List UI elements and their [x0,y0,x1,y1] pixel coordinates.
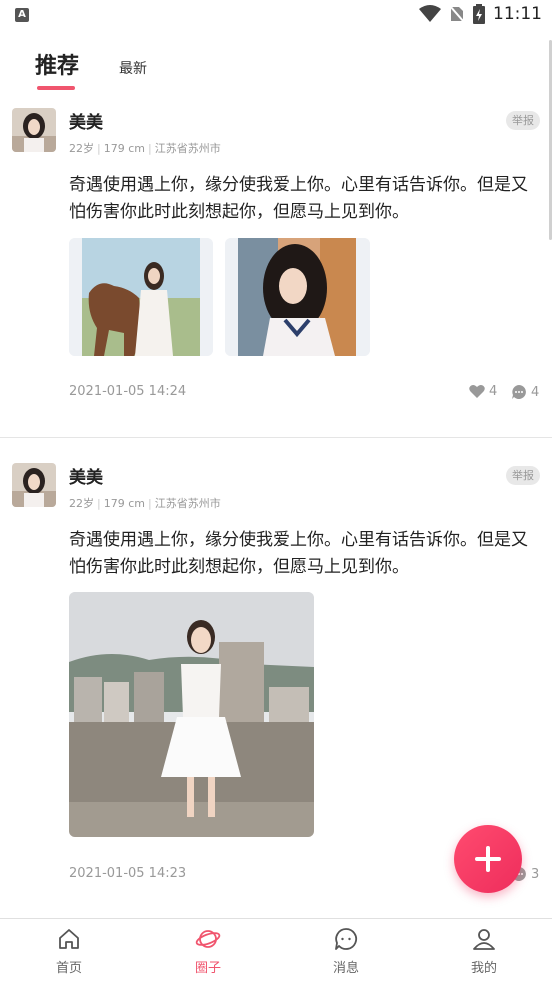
user-age: 22岁 [69,497,94,510]
user-height: 179 cm [103,497,145,510]
heart-icon [469,384,485,398]
nav-circle[interactable]: 圈子 [168,927,248,976]
post-photo[interactable] [225,238,370,356]
user-location: 江苏省苏州市 [154,497,221,510]
wifi-icon [419,5,441,22]
comment-count: 3 [531,866,540,882]
nav-mine-label: 我的 [470,961,497,976]
avatar[interactable] [12,463,56,507]
report-button[interactable]: 举报 [506,466,540,485]
tab-latest[interactable]: 最新 [119,58,147,78]
tab-recommend-label: 推荐 [35,54,80,79]
comment-button[interactable]: 4 [511,384,539,400]
new-post-button[interactable] [454,825,522,893]
battery-icon [473,4,485,24]
post-photo[interactable] [69,238,213,356]
chat-bubble-icon [335,928,358,950]
post-content: 奇遇使用遇上你，缘分使我爱上你。心里有话告诉你。但是又怕伤害你此时此刻想起你，但… [69,175,528,222]
username[interactable]: 美美 [69,108,103,133]
like-button[interactable]: 4 [469,384,497,399]
status-bar: A 11:11 [0,0,552,30]
post-photo[interactable] [69,592,314,837]
tab-recommend[interactable]: 推荐 [35,48,80,90]
plus-icon [475,846,501,872]
user-icon [473,929,495,950]
bottom-navigation: 首页 圈子 消息 我的 [0,918,552,981]
tab-latest-label: 最新 [119,61,147,77]
like-count: 4 [489,384,498,399]
home-icon [59,929,79,949]
app-notification-icon: A [15,8,29,22]
clock: 11:11 [493,4,542,24]
user-location: 江苏省苏州市 [154,142,221,155]
nav-messages-label: 消息 [332,961,359,976]
comment-icon [512,385,526,399]
user-meta: 22岁 | 179 cm | 江苏省苏州市 [69,497,221,510]
report-button[interactable]: 举报 [506,111,540,130]
avatar[interactable] [12,108,56,152]
nav-home[interactable]: 首页 [29,927,109,976]
nav-home-label: 首页 [55,961,82,976]
feed-tabs: 推荐 最新 [0,42,552,92]
username[interactable]: 美美 [69,463,103,488]
user-age: 22岁 [69,142,94,155]
post-content: 奇遇使用遇上你，缘分使我爱上你。心里有话告诉你。但是又怕伤害你此时此刻想起你，但… [69,530,528,577]
nav-circle-label: 圈子 [194,961,221,976]
user-meta: 22岁 | 179 cm | 江苏省苏州市 [69,142,221,155]
active-tab-indicator [37,86,75,90]
no-sim-icon [449,5,465,23]
comment-count: 4 [531,384,540,400]
nav-mine[interactable]: 我的 [444,927,524,976]
post-date: 2021-01-05 14:23 [69,866,187,881]
planet-icon [195,930,221,948]
post-date: 2021-01-05 14:24 [69,384,187,399]
post-card: 美美 22岁 | 179 cm | 江苏省苏州市 举报 奇遇使用遇上你，缘分使我爱上你。… [0,100,552,438]
nav-messages[interactable]: 消息 [306,927,386,976]
user-height: 179 cm [103,142,145,155]
